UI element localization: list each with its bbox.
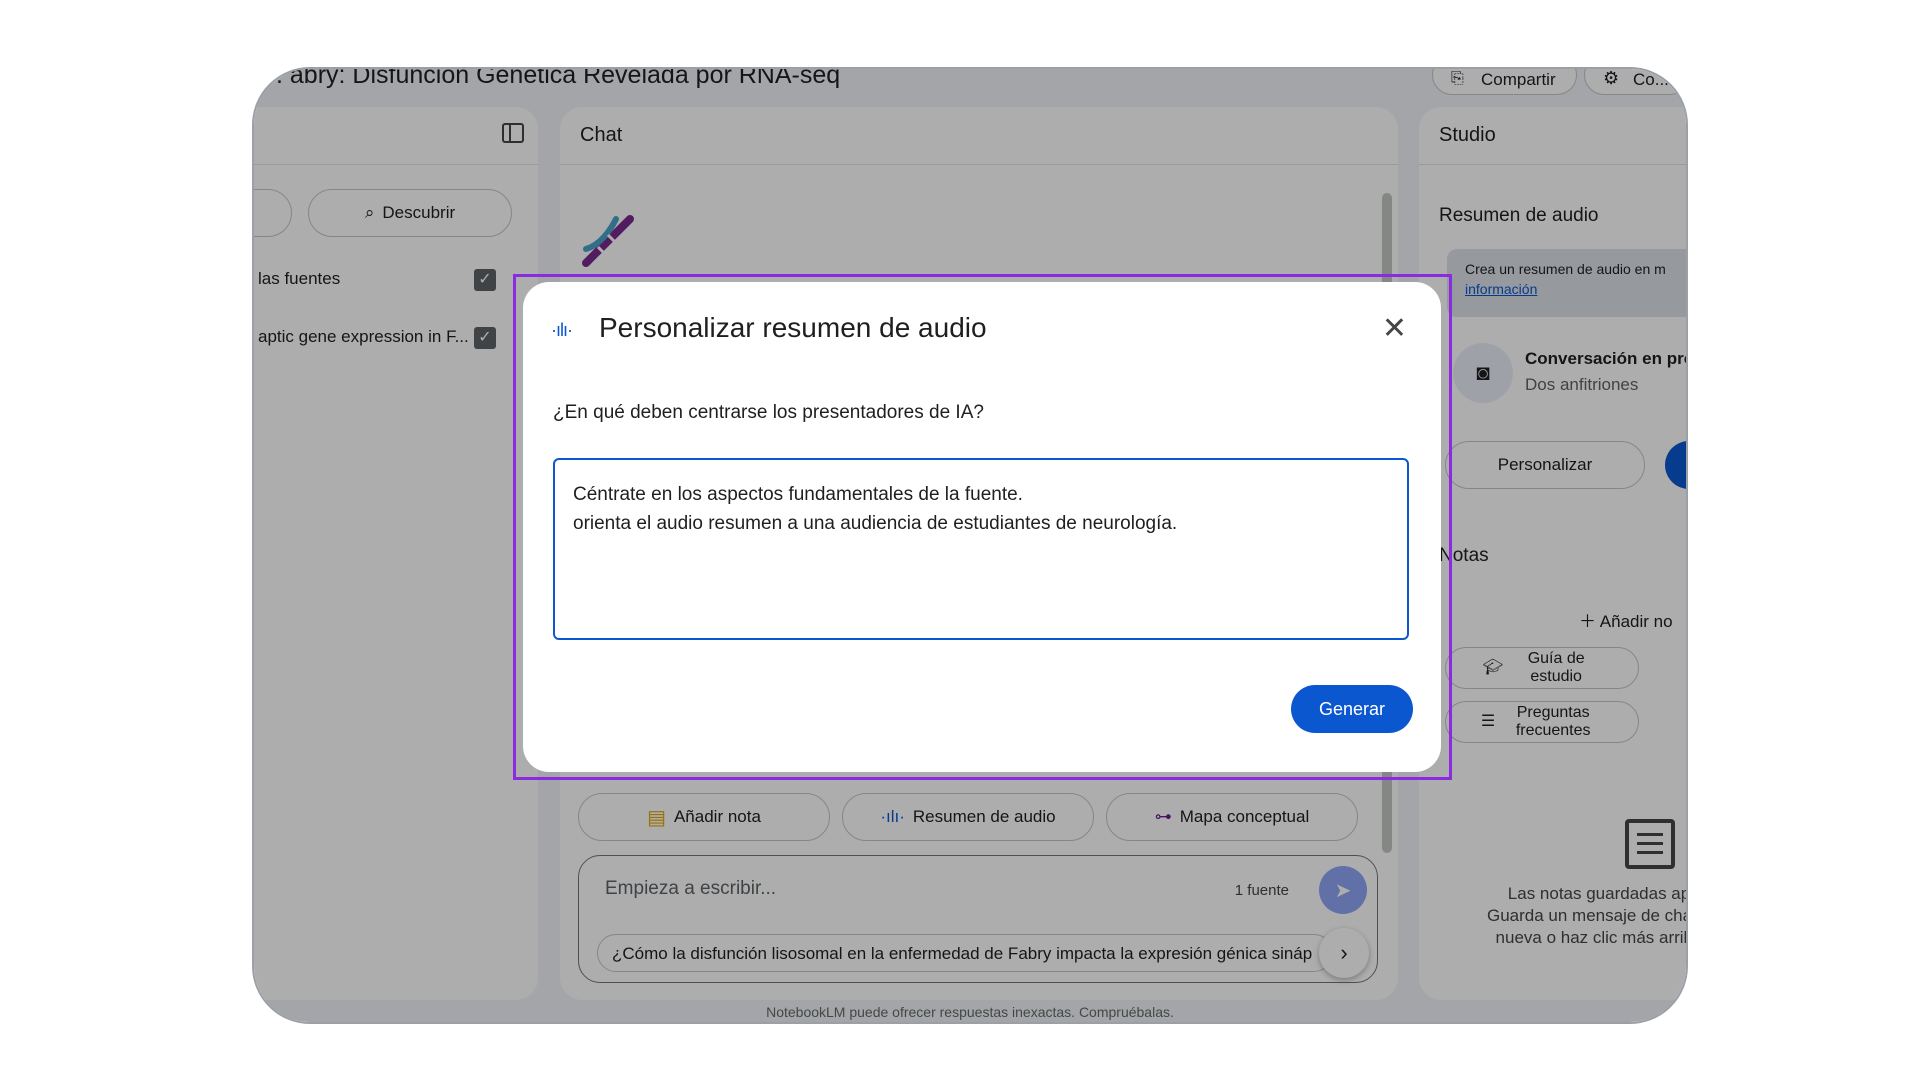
dialog-question: ¿En qué deben centrarse los presentadore… [553, 402, 984, 423]
focus-prompt-textarea[interactable]: Céntrate en los aspectos fundamentales d… [553, 458, 1409, 640]
customize-audio-dialog: ·ılı· Personalizar resumen de audio ✕ ¿E… [523, 282, 1441, 772]
generate-button[interactable]: Generar [1291, 685, 1413, 733]
close-icon[interactable]: ✕ [1382, 314, 1407, 344]
dialog-title: Personalizar resumen de audio [599, 312, 987, 343]
audio-sparkle-icon: ·ılı· [551, 320, 573, 340]
disclaimer-footer: NotebookLM puede ofrecer respuestas inex… [766, 1004, 1174, 1020]
